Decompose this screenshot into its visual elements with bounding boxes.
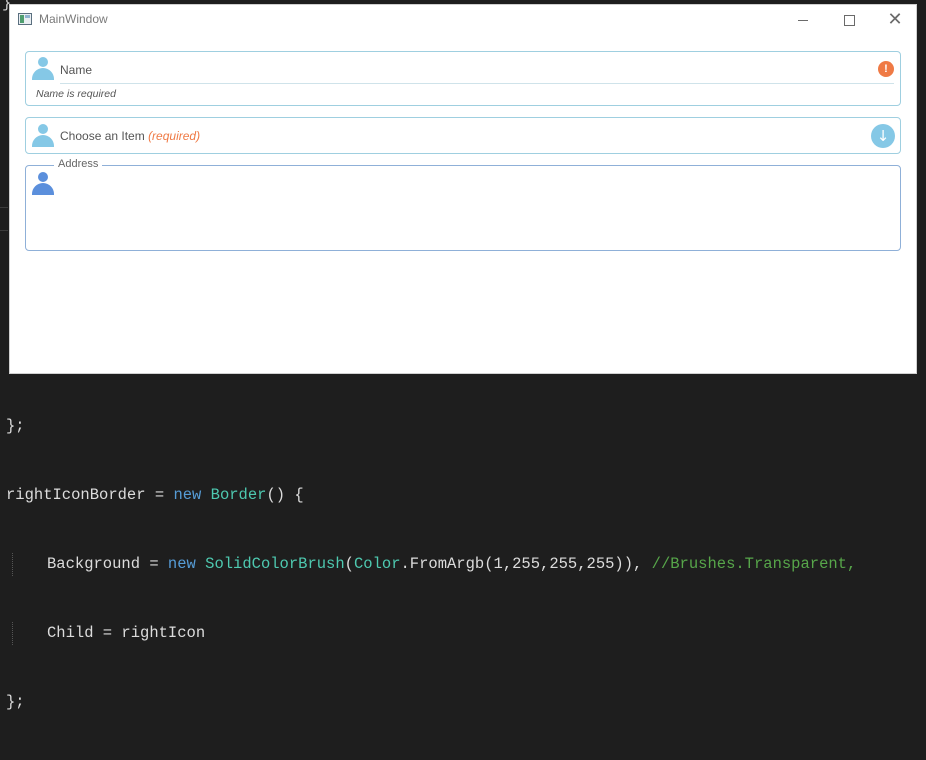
maximize-icon [843,14,855,26]
code-punct: .FromArgb(1,255,255,255)), [400,555,652,573]
code-punct: ( [344,555,354,573]
editor-gutter-line [0,207,8,208]
indent-guide [12,622,14,645]
address-field[interactable]: Address [25,158,901,251]
code-identifier: rightIconBorder = [6,486,174,504]
required-indicator: (required) [148,129,201,143]
window-title: MainWindow [39,12,108,26]
close-button[interactable]: ✕ [872,5,918,35]
code-keyword: new [173,486,202,504]
person-icon [31,124,55,148]
code-type: SolidColorBrush [205,555,345,573]
code-line-3: Background = new SolidColorBrush(Color.F… [6,553,856,576]
code-text: }; [6,693,25,711]
minimize-button[interactable] [780,5,826,35]
indent-guide [12,553,14,576]
app-icon [18,13,32,25]
close-icon: ✕ [887,9,903,30]
title-bar[interactable]: MainWindow ✕ [10,5,916,35]
name-label: Name [60,63,93,77]
code-identifier: Background = [47,555,168,573]
code-punct: () { [266,486,304,504]
code-type: Color [353,555,401,573]
name-field[interactable]: Name ! Name is required [25,51,901,106]
code-editor[interactable]: }; rightIconBorder = new Border() { Back… [6,369,856,760]
code-keyword: new [167,555,196,573]
maximize-button[interactable] [826,5,872,35]
editor-gutter-line [0,230,8,231]
choose-item-label: Choose an Item (required) [60,129,200,143]
person-icon [31,57,55,81]
choose-item-combobox[interactable]: Choose an Item (required) ↓ [25,117,901,154]
main-window: MainWindow ✕ Name ! Name is required Cho… [9,4,917,374]
code-line-1: }; [6,415,856,438]
arrow-down-circle-icon[interactable]: ↓ [871,124,895,148]
error-icon: ! [878,61,894,77]
code-comment: //Brushes.Transparent, [651,555,857,573]
code-type: Border [210,486,267,504]
code-identifier: Child = rightIcon [47,624,206,642]
choose-item-label-text: Choose an Item [60,129,145,143]
minimize-icon [798,19,808,21]
address-legend: Address [54,158,103,170]
code-line-4: Child = rightIcon [6,622,856,645]
name-helper-text: Name is required [36,88,116,100]
code-text: }; [6,417,25,435]
name-input-underline [60,83,894,84]
code-line-2: rightIconBorder = new Border() { [6,484,856,507]
person-icon [31,172,55,196]
code-line-5: }; [6,691,856,714]
